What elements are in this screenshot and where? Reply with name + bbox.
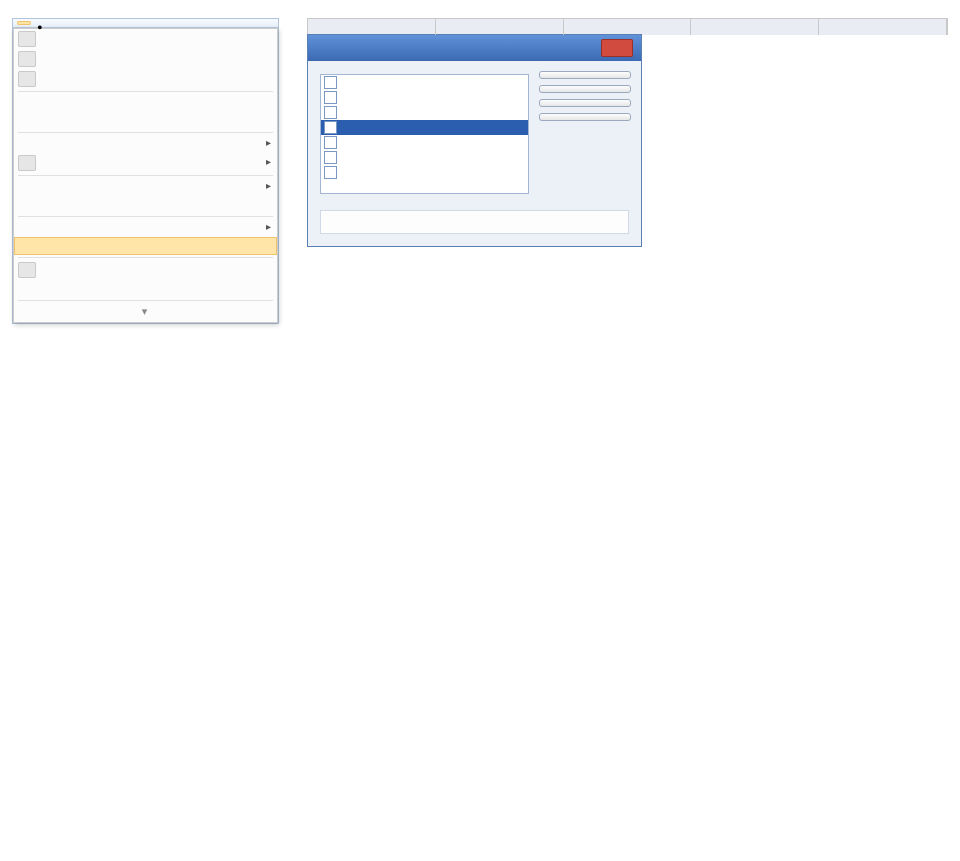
separator (18, 257, 273, 258)
addins-list[interactable]: ✓ (320, 74, 529, 194)
checkbox[interactable] (324, 91, 337, 104)
col-header (436, 19, 564, 35)
menu-bar (13, 19, 278, 28)
dropdown-menu: ▸ ▸ ▸ ▸ ▾ (13, 28, 278, 323)
menu-item[interactable] (14, 112, 277, 130)
list-item[interactable] (321, 150, 528, 165)
ok-button[interactable] (539, 71, 631, 79)
separator (18, 216, 273, 217)
chevron-right-icon: ▸ (266, 137, 271, 151)
menu-bar-item[interactable] (17, 21, 31, 25)
tools-menu-screenshot: ▸ ▸ ▸ ▸ ▾ (12, 18, 279, 324)
chevron-right-icon: ▸ (266, 156, 271, 170)
list-item-selected[interactable]: ✓ (321, 120, 528, 135)
blank-icon (18, 114, 34, 128)
separator (18, 91, 273, 92)
list-item[interactable] (321, 105, 528, 120)
separator (18, 175, 273, 176)
list-item[interactable] (321, 90, 528, 105)
menu-item[interactable] (14, 280, 277, 298)
chevron-right-icon: ▸ (266, 180, 271, 194)
generic-icon (18, 51, 36, 67)
menu-item[interactable]: ▸ (14, 135, 277, 153)
menu-item[interactable] (14, 260, 277, 280)
blank-icon (18, 282, 34, 296)
generic-icon (18, 31, 36, 47)
menu-item[interactable] (14, 196, 277, 214)
cancel-button[interactable] (539, 85, 631, 93)
blank-icon (18, 221, 34, 235)
checkbox[interactable] (324, 151, 337, 164)
generic-icon (18, 155, 36, 171)
separator (18, 300, 273, 301)
checkbox[interactable] (324, 106, 337, 119)
generic-icon (18, 71, 36, 87)
menu-bar-item[interactable] (45, 21, 59, 25)
menu-item[interactable]: ▸ (14, 178, 277, 196)
checkbox-checked[interactable]: ✓ (324, 121, 337, 134)
menu-item[interactable]: ▸ (14, 219, 277, 237)
col-header (819, 19, 947, 35)
menu-expand[interactable]: ▾ (14, 303, 277, 322)
browse-button[interactable] (539, 99, 631, 107)
blank-icon (18, 239, 34, 253)
blank-icon (18, 198, 34, 212)
menu-bar-item[interactable] (59, 21, 73, 25)
checkbox[interactable] (324, 76, 337, 89)
blank-icon (18, 137, 34, 151)
close-button[interactable] (601, 39, 633, 57)
dialog-holder: ✓ (307, 18, 948, 247)
menu-bar-item[interactable] (73, 21, 87, 25)
dialog-titlebar (308, 35, 641, 61)
sheet-column-headers (307, 18, 948, 35)
addins-dialog: ✓ (307, 34, 642, 247)
menu-item-selected[interactable] (14, 237, 277, 255)
list-item[interactable] (321, 165, 528, 180)
list-item[interactable] (321, 75, 528, 90)
list-item[interactable] (321, 135, 528, 150)
menu-item[interactable] (14, 69, 277, 89)
separator (18, 132, 273, 133)
checkbox[interactable] (324, 136, 337, 149)
col-header (308, 19, 436, 35)
menu-item[interactable] (14, 49, 277, 69)
col-header (691, 19, 819, 35)
description-box (320, 210, 629, 234)
blank-icon (18, 180, 34, 194)
menu-item[interactable] (14, 29, 277, 49)
generic-icon (18, 262, 36, 278)
chevron-right-icon: ▸ (266, 221, 271, 235)
blank-icon (18, 96, 34, 110)
menu-item[interactable] (14, 94, 277, 112)
menu-item[interactable]: ▸ (14, 153, 277, 173)
checkbox[interactable] (324, 166, 337, 179)
figure-row: ▸ ▸ ▸ ▸ ▾ (12, 18, 948, 324)
col-header (564, 19, 692, 35)
automation-button[interactable] (539, 113, 631, 121)
